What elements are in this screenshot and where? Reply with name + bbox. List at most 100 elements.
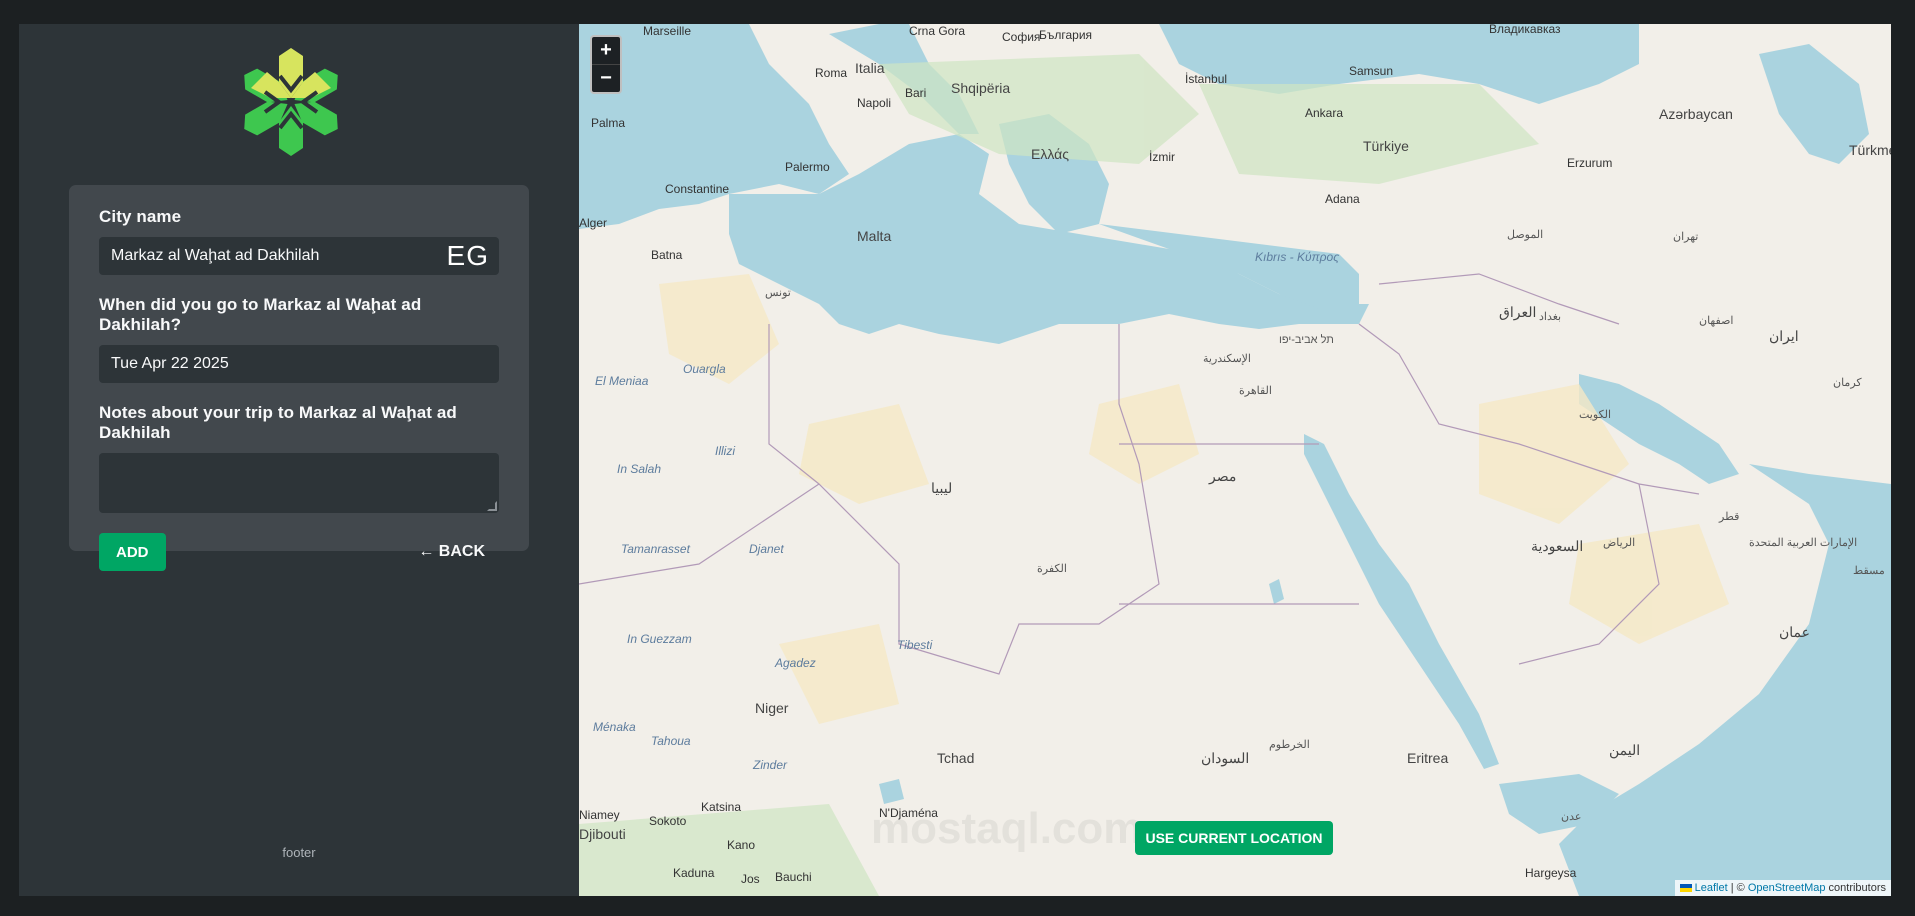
map-label-qatar: قطر bbox=[1719, 511, 1740, 523]
country-flag: EG bbox=[446, 240, 489, 271]
map-label-bauchi: Bauchi bbox=[775, 870, 812, 884]
trip-form: City name Markaz al Waḩat ad Dakhilah EG… bbox=[69, 185, 529, 571]
map-label-roma: Roma bbox=[815, 66, 848, 80]
map-label-tahoua: Tahoua bbox=[651, 734, 691, 748]
map-label-turkmen: Türkme bbox=[1849, 142, 1891, 158]
map-label-menaka: Ménaka bbox=[593, 720, 636, 734]
map-label-mosul: الموصل bbox=[1507, 229, 1544, 241]
map-label-constantine: Constantine bbox=[665, 182, 730, 196]
attribution-separator: | © bbox=[1727, 882, 1748, 894]
map-label-erzurum: Erzurum bbox=[1567, 156, 1613, 170]
map-label-samsun: Samsun bbox=[1349, 64, 1394, 78]
city-name-value: Markaz al Waḩat ad Dakhilah bbox=[111, 247, 320, 264]
map-label-istanbul: İstanbul bbox=[1185, 72, 1228, 86]
map-label-tibesti: Tibesti bbox=[897, 638, 933, 652]
back-button[interactable]: ← BACK bbox=[412, 542, 499, 562]
map-label-ouargla: Ouargla bbox=[683, 362, 726, 376]
map-label-riyadh: الرياض bbox=[1603, 537, 1636, 549]
ukraine-flag-icon bbox=[1679, 884, 1692, 893]
notes-textarea[interactable] bbox=[99, 453, 499, 513]
map-label-tchad: Tchad bbox=[937, 750, 975, 766]
zoom-out-button[interactable]: − bbox=[592, 64, 620, 92]
map-label-niamey: Niamey bbox=[579, 808, 620, 822]
map-label-iraq: العراق bbox=[1499, 304, 1537, 320]
zoom-in-button[interactable]: + bbox=[592, 37, 620, 64]
map-label-hargeysa: Hargeysa bbox=[1525, 866, 1577, 880]
map-label-isfahan: اصفهان bbox=[1699, 315, 1734, 327]
map-label-el-meniaa: El Meniaa bbox=[595, 374, 649, 388]
add-button[interactable]: ADD bbox=[99, 533, 166, 571]
map-label-alexandria: الإسكندرية bbox=[1203, 353, 1251, 365]
map-label-turkiye: Türkiye bbox=[1363, 138, 1409, 154]
map-label-zinder: Zinder bbox=[753, 758, 788, 772]
attribution-tail: contributors bbox=[1825, 882, 1886, 894]
city-name-label: City name bbox=[99, 207, 182, 226]
map-label-uae: الإمارات العربية المتحدة bbox=[1749, 537, 1858, 549]
map-label-kano: Kano bbox=[727, 838, 756, 852]
map-label-jos: Jos bbox=[741, 872, 760, 886]
map-label-shqiperia: Shqipëria bbox=[951, 80, 1011, 96]
sidebar: City name Markaz al Waḩat ad Dakhilah EG… bbox=[19, 24, 579, 896]
map-label-tehran: تهران bbox=[1673, 231, 1699, 243]
map-label-ellas: Ελλάς bbox=[1031, 146, 1069, 162]
map-label-saudi: السعودية bbox=[1531, 538, 1584, 554]
form-actions: ADD ← BACK bbox=[99, 533, 499, 571]
map-label-muscat: مسقط bbox=[1853, 565, 1885, 577]
map-label-bulgaria: България bbox=[1039, 28, 1093, 42]
map-label-in-salah: In Salah bbox=[617, 462, 662, 476]
map-label-katsina: Katsina bbox=[701, 800, 742, 814]
city-name-input[interactable]: Markaz al Waḩat ad Dakhilah EG bbox=[99, 237, 499, 275]
trip-date-value: Tue Apr 22 2025 bbox=[111, 355, 229, 372]
leaflet-link[interactable]: Leaflet bbox=[1695, 882, 1728, 894]
map-label-izmir: İzmir bbox=[1149, 150, 1175, 164]
map-label-iran: ایران bbox=[1769, 328, 1799, 344]
use-current-location-button[interactable]: USE CURRENT LOCATION bbox=[1135, 821, 1333, 855]
footer: footer bbox=[282, 845, 316, 860]
map-label-palma: Palma bbox=[591, 116, 626, 130]
zoom-control: + − bbox=[590, 35, 622, 94]
watermark-text: mostaql.com bbox=[871, 804, 1143, 853]
map-label-bari: Bari bbox=[905, 86, 927, 100]
map-label-baghdad: بغداد bbox=[1539, 311, 1562, 323]
map-label-sokoto: Sokoto bbox=[649, 814, 687, 828]
map-label-sofia: София bbox=[1002, 30, 1041, 44]
map-label-ankara: Ankara bbox=[1305, 106, 1344, 120]
map-label-vladikavkaz: Владикавказ bbox=[1489, 24, 1561, 36]
map-label-cairo: القاهرة bbox=[1239, 385, 1272, 397]
map-label-kerman: کرمان bbox=[1833, 377, 1862, 389]
map-label-kuwait: الكويت bbox=[1579, 409, 1612, 421]
map-label-libya: ليبيا bbox=[931, 480, 953, 496]
map-attribution: Leaflet | © OpenStreetMap contributors bbox=[1674, 880, 1891, 896]
app-container: City name Markaz al Waḩat ad Dakhilah EG… bbox=[19, 24, 1891, 896]
osm-link[interactable]: OpenStreetMap bbox=[1748, 882, 1826, 894]
map-label-yemen: اليمن bbox=[1609, 742, 1641, 758]
map-label-tamanrasset: Tamanrasset bbox=[621, 542, 690, 556]
map-label-azarbaycan: Azərbaycan bbox=[1659, 106, 1733, 122]
map-label-palermo: Palermo bbox=[785, 160, 830, 174]
map-label-napoli: Napoli bbox=[857, 96, 892, 110]
map-label-aden: عدن bbox=[1561, 811, 1582, 823]
map-label-djanet: Djanet bbox=[749, 542, 784, 556]
map-label-marseille: Marseille bbox=[643, 24, 692, 38]
map-label-adana: Adana bbox=[1325, 192, 1360, 206]
map-label-illizi: Illizi bbox=[715, 444, 735, 458]
notes-label: Notes about your trip to Markaz al Waḩat… bbox=[99, 403, 457, 442]
map-label-sudan: السودان bbox=[1201, 750, 1250, 766]
map-label-malta: Malta bbox=[857, 228, 892, 244]
map-label-alger: Alger bbox=[579, 216, 608, 230]
trip-date-input[interactable]: Tue Apr 22 2025 bbox=[99, 345, 499, 383]
trip-date-label: When did you go to Markaz al Waḩat ad Da… bbox=[99, 295, 422, 334]
map-label-khartoum: الخرطوم bbox=[1269, 739, 1310, 751]
map-label-agadez: Agadez bbox=[775, 656, 816, 670]
map-label-kaduna: Kaduna bbox=[673, 866, 715, 880]
map-view[interactable]: Marseille Crna Gora България София Влади… bbox=[579, 24, 1891, 896]
map-label-batna: Batna bbox=[651, 248, 683, 262]
map-label-tunis: تونس bbox=[765, 287, 791, 299]
map-label-oman: عمان bbox=[1779, 624, 1810, 640]
map-label-in-guezzam: In Guezzam bbox=[627, 632, 692, 646]
map-label-eritrea: Eritrea bbox=[1407, 750, 1449, 766]
map-label-italia: Italia bbox=[855, 60, 885, 76]
resize-handle-icon[interactable] bbox=[487, 501, 497, 511]
asterisk-flower-icon bbox=[244, 48, 338, 156]
map-label-crna-gora: Crna Gora bbox=[909, 24, 966, 38]
